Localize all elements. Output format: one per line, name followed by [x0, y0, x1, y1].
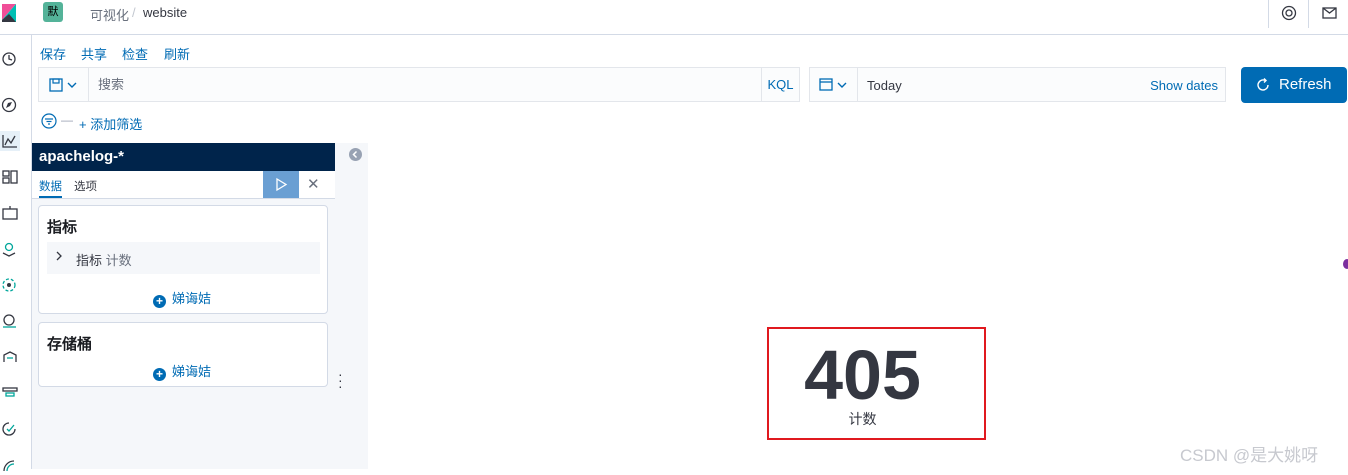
- quick-select-button[interactable]: [810, 68, 858, 101]
- save-disk-icon: [49, 78, 77, 92]
- kibana-logo-icon[interactable]: [0, 0, 20, 28]
- newsfeed-button[interactable]: [1308, 0, 1348, 28]
- compass-icon[interactable]: [0, 95, 20, 115]
- collapse-sidebar-icon[interactable]: [349, 148, 362, 161]
- watermark: CSDN @是大姚呀: [1180, 446, 1319, 465]
- apply-changes-button[interactable]: [263, 171, 299, 198]
- help-button[interactable]: [1268, 0, 1308, 28]
- filter-options-icon[interactable]: [41, 113, 57, 129]
- index-pattern-title: apachelog-*: [32, 143, 335, 171]
- chevron-right-icon[interactable]: [55, 250, 63, 265]
- help-icon: [1281, 5, 1297, 21]
- play-icon: [276, 177, 288, 192]
- discard-changes-icon[interactable]: ✕: [307, 175, 320, 193]
- add-bucket-label: 娣诲姞: [172, 364, 212, 379]
- visualize-icon[interactable]: [0, 131, 20, 151]
- drag-handle-icon[interactable]: · · ·: [338, 367, 343, 393]
- refresh-button[interactable]: Refresh: [1241, 67, 1347, 103]
- add-bucket-button[interactable]: + 娣诲姞: [153, 361, 211, 381]
- infra-icon[interactable]: [0, 311, 20, 331]
- breadcrumb-parent[interactable]: 可视化: [90, 5, 129, 24]
- calendar-icon: [819, 78, 847, 91]
- refresh-icon: [1257, 78, 1269, 91]
- metrics-panel: 指标 指标 计数 + 娣诲姞: [38, 205, 328, 314]
- ml-icon[interactable]: [0, 275, 20, 295]
- edge-indicator-dot: [1343, 259, 1348, 269]
- uptime-icon[interactable]: [0, 419, 20, 439]
- plus-circle-icon: +: [153, 295, 166, 308]
- plus-circle-icon: +: [153, 368, 166, 381]
- show-dates-link[interactable]: Show dates: [1150, 78, 1218, 93]
- clock-icon[interactable]: [0, 49, 20, 69]
- menu-share[interactable]: 共享: [81, 44, 107, 63]
- visualization-canvas: 405 计数: [368, 143, 1348, 469]
- vis-editor-sidebar: apachelog-* 数据 选项 ✕ 指标 指标 计数 + 娣诲姞 存储桶 + 娣…: [32, 143, 335, 469]
- search-input[interactable]: [91, 68, 751, 101]
- refresh-label: Refresh: [1279, 76, 1332, 93]
- space-avatar[interactable]: 默: [43, 2, 63, 22]
- mail-icon: [1322, 7, 1337, 19]
- menu-refresh[interactable]: 刷新: [164, 44, 190, 63]
- tab-data[interactable]: 数据: [39, 178, 62, 198]
- metrics-panel-title: 指标: [47, 219, 78, 236]
- date-picker: Today Show dates: [809, 67, 1226, 102]
- sidebar-tabs: 数据 选项 ✕: [32, 171, 335, 199]
- maps-icon[interactable]: [0, 239, 20, 259]
- top-header: 默 可视化 / website: [0, 0, 1348, 35]
- apm-icon[interactable]: [0, 383, 20, 403]
- metric-value: 405: [804, 336, 921, 414]
- logs-icon[interactable]: [0, 347, 20, 367]
- side-nav: [0, 35, 32, 472]
- menu-save[interactable]: 保存: [40, 44, 66, 63]
- metric-agg-label: 指标 计数: [76, 250, 132, 269]
- date-range-value[interactable]: Today: [867, 78, 902, 93]
- breadcrumb-separator: /: [132, 5, 136, 20]
- dashboard-icon[interactable]: [0, 167, 20, 187]
- tab-options[interactable]: 选项: [74, 178, 97, 194]
- canvas-icon[interactable]: [0, 203, 20, 223]
- metric-agg-title: 指标: [76, 253, 103, 268]
- metric-agg-row[interactable]: 指标 计数: [47, 242, 320, 274]
- add-metric-button[interactable]: + 娣诲姞: [153, 288, 211, 308]
- metric-label: 计数: [848, 411, 877, 427]
- metric-highlight-box: 405 计数: [767, 327, 986, 440]
- buckets-panel-title: 存储桶: [47, 336, 93, 353]
- breadcrumb-current: website: [143, 5, 188, 20]
- add-filter-button[interactable]: + 添加筛选: [79, 114, 142, 133]
- sidebar-resizer[interactable]: · · ·: [335, 143, 368, 469]
- metric-agg-type: 计数: [105, 253, 132, 268]
- kql-toggle[interactable]: KQL: [761, 68, 799, 101]
- siem-icon[interactable]: [0, 455, 20, 475]
- buckets-panel: 存储桶 + 娣诲姞: [38, 322, 328, 387]
- query-bar: KQL: [38, 67, 800, 102]
- menu-inspect[interactable]: 检查: [122, 44, 148, 63]
- filter-divider: —: [61, 113, 73, 127]
- saved-query-button[interactable]: [39, 68, 89, 101]
- add-metric-label: 娣诲姞: [172, 291, 212, 306]
